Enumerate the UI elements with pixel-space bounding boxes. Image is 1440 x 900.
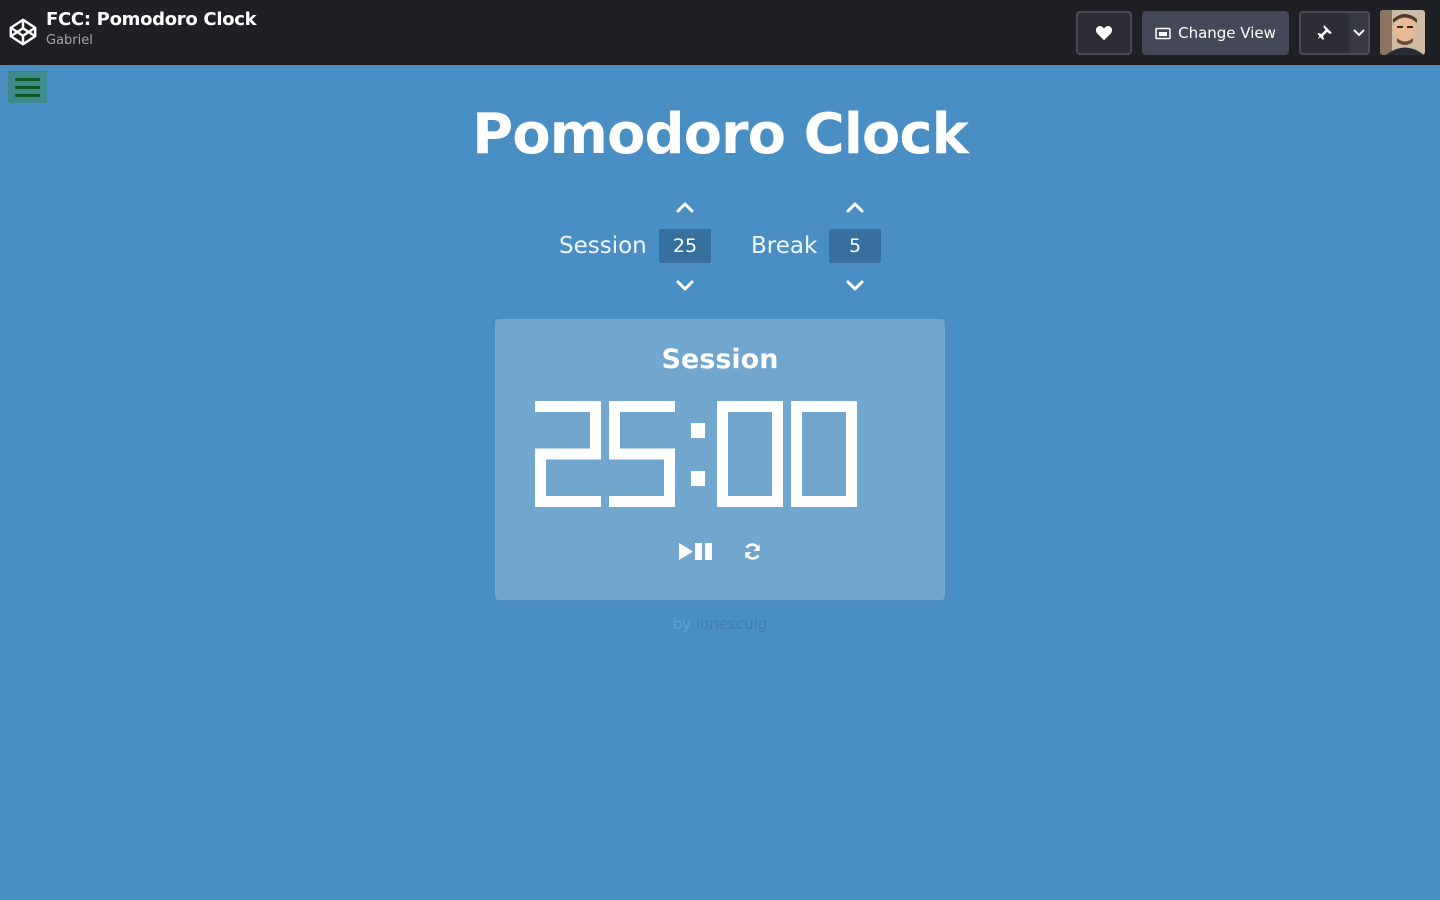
- credit-line: by ionescuig: [0, 615, 1440, 633]
- session-length-value: 25: [659, 229, 711, 263]
- session-increment-button[interactable]: [673, 198, 697, 216]
- clock-segment: [772, 401, 783, 454]
- break-length-value: 5: [829, 229, 881, 263]
- break-increment-button[interactable]: [843, 198, 867, 216]
- chevron-up-icon: [676, 202, 694, 213]
- pen-title[interactable]: FCC: Pomodoro Clock: [46, 9, 257, 31]
- refresh-icon: [744, 542, 760, 560]
- clock-segment: [609, 401, 620, 454]
- clock-digit: [535, 401, 601, 507]
- menu-bar: [15, 77, 40, 81]
- menu-bar: [15, 93, 40, 97]
- session-decrement-button[interactable]: [673, 277, 697, 295]
- credit-author-link[interactable]: ionescuig: [696, 615, 767, 633]
- break-decrement-button[interactable]: [843, 277, 867, 295]
- clock-colon: [691, 423, 705, 486]
- break-length-label: Break: [751, 233, 818, 259]
- clock-digit: [717, 401, 783, 507]
- clock-segment: [590, 401, 601, 454]
- clock-segment: [609, 496, 675, 507]
- user-avatar[interactable]: [1380, 10, 1425, 55]
- clock-segment: [846, 401, 857, 454]
- pin-button[interactable]: [1299, 11, 1370, 55]
- heart-icon: [1095, 26, 1113, 41]
- pen-author[interactable]: Gabriel: [46, 32, 256, 50]
- chevron-down-icon: [846, 280, 864, 291]
- pin-part[interactable]: [1301, 13, 1349, 53]
- love-button[interactable]: [1076, 11, 1132, 55]
- clock-segment: [791, 454, 802, 507]
- time-display: [535, 401, 857, 507]
- pin-icon: [1317, 25, 1332, 40]
- timer-panel: Session: [495, 319, 945, 600]
- reset-button[interactable]: [741, 541, 763, 561]
- codepen-logo-icon[interactable]: [8, 16, 38, 48]
- clock-segment: [717, 454, 728, 507]
- change-view-icon: [1155, 27, 1171, 39]
- change-view-button[interactable]: Change View: [1142, 11, 1289, 55]
- chevron-down-icon: [1352, 29, 1365, 37]
- codepen-header: FCC: Pomodoro Clock Gabriel Change View: [0, 0, 1440, 65]
- timer-label: Session: [661, 344, 779, 375]
- clock-segment: [717, 401, 728, 454]
- menu-bar: [15, 85, 40, 89]
- hamburger-menu-button[interactable]: [8, 71, 47, 103]
- credit-by: by: [672, 615, 692, 633]
- clock-segment: [535, 496, 601, 507]
- page-title: Pomodoro Clock: [472, 102, 969, 167]
- pen-title-block: FCC: Pomodoro Clock Gabriel: [46, 9, 257, 50]
- avatar-image: [1380, 10, 1425, 55]
- play-pause-icon: [678, 542, 712, 560]
- clock-segment: [791, 401, 802, 454]
- clock-digit: [791, 401, 857, 507]
- change-view-label: Change View: [1178, 24, 1276, 42]
- pin-dropdown-toggle[interactable]: [1349, 13, 1368, 53]
- session-length-label: Session: [559, 233, 647, 259]
- chevron-down-icon: [676, 280, 694, 291]
- clock-digit: [609, 401, 675, 507]
- start-stop-button[interactable]: [678, 541, 714, 561]
- chevron-up-icon: [846, 202, 864, 213]
